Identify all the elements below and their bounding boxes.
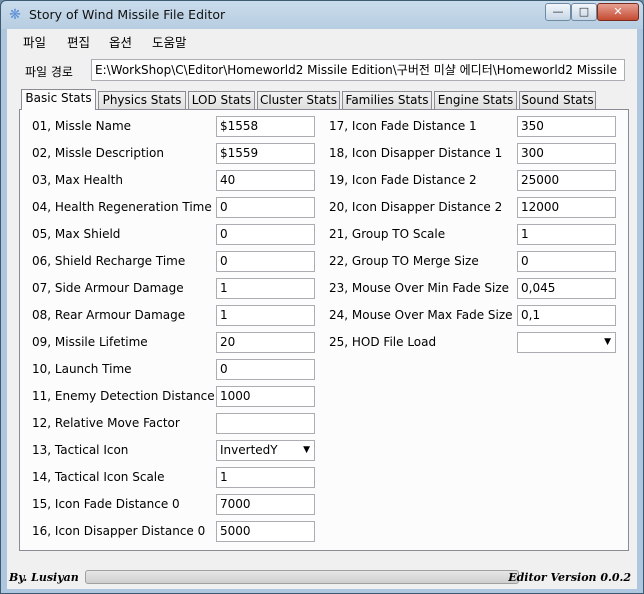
tab-sound-stats[interactable]: Sound Stats	[519, 91, 596, 109]
field-label: 10, Launch Time	[32, 362, 132, 376]
tactical-icon-dropdown[interactable]: InvertedY ▼	[216, 440, 315, 461]
icon-disapper-distance-0-input[interactable]: 5000	[216, 521, 315, 542]
author-credit: By. Lusiyan	[9, 571, 79, 584]
field-label: 05, Max Shield	[32, 227, 121, 241]
icon-fade-distance-0-input[interactable]: 7000	[216, 494, 315, 515]
window-title: Story of Wind Missile File Editor	[29, 7, 226, 22]
title-bar[interactable]: ❋ Story of Wind Missile File Editor — □ …	[1, 1, 643, 29]
field-label: 21, Group TO Scale	[329, 227, 446, 241]
field-label: 12, Relative Move Factor	[32, 416, 180, 430]
tab-strip: Basic Stats Physics Stats LOD Stats Clus…	[19, 89, 629, 110]
hod-file-load-dropdown[interactable]: ▼	[517, 332, 616, 353]
icon-fade-distance-2-input[interactable]: 25000	[517, 170, 616, 191]
tactical-icon-scale-input[interactable]: 1	[216, 467, 315, 488]
field-label: 25, HOD File Load	[329, 335, 437, 349]
minimize-button[interactable]: —	[545, 3, 571, 21]
field-label: 20, Icon Disapper Distance 2	[329, 200, 503, 214]
field-label: 17, Icon Fade Distance 1	[329, 119, 477, 133]
field-label: 24, Mouse Over Max Fade Size	[329, 308, 513, 322]
missle-name-input[interactable]: $1558	[216, 116, 315, 137]
group-to-merge-size-input[interactable]: 0	[517, 251, 616, 272]
menu-file[interactable]: 파일	[23, 32, 46, 51]
basic-stats-panel: 01, Missle Name $1558 02, Missle Descrip…	[19, 109, 629, 551]
field-label: 18, Icon Disapper Distance 1	[329, 146, 503, 160]
relative-move-factor-input[interactable]	[216, 413, 315, 434]
missle-description-input[interactable]: $1559	[216, 143, 315, 164]
editor-version: Editor Version 0.0.2	[508, 571, 631, 584]
field-label: 11, Enemy Detection Distance	[32, 389, 215, 403]
icon-fade-distance-1-input[interactable]: 350	[517, 116, 616, 137]
field-label: 13, Tactical Icon	[32, 443, 129, 457]
menu-edit[interactable]: 편집	[67, 32, 90, 51]
field-label: 22, Group TO Merge Size	[329, 254, 479, 268]
mouse-over-max-fade-size-input[interactable]: 0,1	[517, 305, 616, 326]
health-regeneration-time-input[interactable]: 0	[216, 197, 315, 218]
field-label: 07, Side Armour Damage	[32, 281, 184, 295]
max-shield-input[interactable]: 0	[216, 224, 315, 245]
tab-cluster-stats[interactable]: Cluster Stats	[257, 91, 340, 109]
field-label: 06, Shield Recharge Time	[32, 254, 186, 268]
tab-lod-stats[interactable]: LOD Stats	[188, 91, 255, 109]
field-label: 02, Missle Description	[32, 146, 164, 160]
field-label: 19, Icon Fade Distance 2	[329, 173, 477, 187]
app-window: ❋ Story of Wind Missile File Editor — □ …	[0, 0, 644, 594]
maximize-button[interactable]: □	[571, 3, 597, 21]
rear-armour-damage-input[interactable]: 1	[216, 305, 315, 326]
field-label: 09, Missile Lifetime	[32, 335, 148, 349]
tab-basic-stats[interactable]: Basic Stats	[21, 89, 96, 110]
shield-recharge-time-input[interactable]: 0	[216, 251, 315, 272]
progress-bar	[85, 570, 519, 584]
missile-lifetime-input[interactable]: 20	[216, 332, 315, 353]
max-health-input[interactable]: 40	[216, 170, 315, 191]
icon-disapper-distance-1-input[interactable]: 300	[517, 143, 616, 164]
file-path-label: 파일 경로	[25, 65, 73, 79]
dropdown-arrow-icon[interactable]: ▼	[604, 333, 611, 352]
client-area: 파일 편집 옵션 도움말 파일 경로 E:\WorkShop\C\Editor\…	[7, 29, 637, 589]
tab-physics-stats[interactable]: Physics Stats	[98, 91, 186, 109]
field-label: 15, Icon Fade Distance 0	[32, 497, 180, 511]
field-label: 23, Mouse Over Min Fade Size	[329, 281, 510, 295]
tab-families-stats[interactable]: Families Stats	[342, 91, 432, 109]
field-label: 03, Max Health	[32, 173, 123, 187]
app-icon: ❋	[9, 7, 21, 23]
mouse-over-min-fade-size-input[interactable]: 0,045	[517, 278, 616, 299]
group-to-scale-input[interactable]: 1	[517, 224, 616, 245]
field-label: 04, Health Regeneration Time	[32, 200, 212, 214]
side-armour-damage-input[interactable]: 1	[216, 278, 315, 299]
dropdown-value: InvertedY	[220, 443, 278, 457]
menu-help[interactable]: 도움말	[152, 32, 187, 51]
close-button[interactable]: ✕	[597, 3, 639, 21]
menu-options[interactable]: 옵션	[109, 32, 132, 51]
enemy-detection-distance-input[interactable]: 1000	[216, 386, 315, 407]
menu-bar: 파일 편집 옵션 도움말	[7, 29, 637, 51]
field-label: 16, Icon Disapper Distance 0	[32, 524, 206, 538]
field-label: 01, Missle Name	[32, 119, 132, 133]
icon-disapper-distance-2-input[interactable]: 12000	[517, 197, 616, 218]
dropdown-arrow-icon[interactable]: ▼	[303, 441, 310, 460]
tab-engine-stats[interactable]: Engine Stats	[434, 91, 517, 109]
launch-time-input[interactable]: 0	[216, 359, 315, 380]
file-path-field[interactable]: E:\WorkShop\C\Editor\Homeworld2 Missile …	[91, 59, 625, 81]
field-label: 08, Rear Armour Damage	[32, 308, 186, 322]
status-bar: By. Lusiyan Editor Version 0.0.2	[7, 567, 637, 589]
field-label: 14, Tactical Icon Scale	[32, 470, 165, 484]
